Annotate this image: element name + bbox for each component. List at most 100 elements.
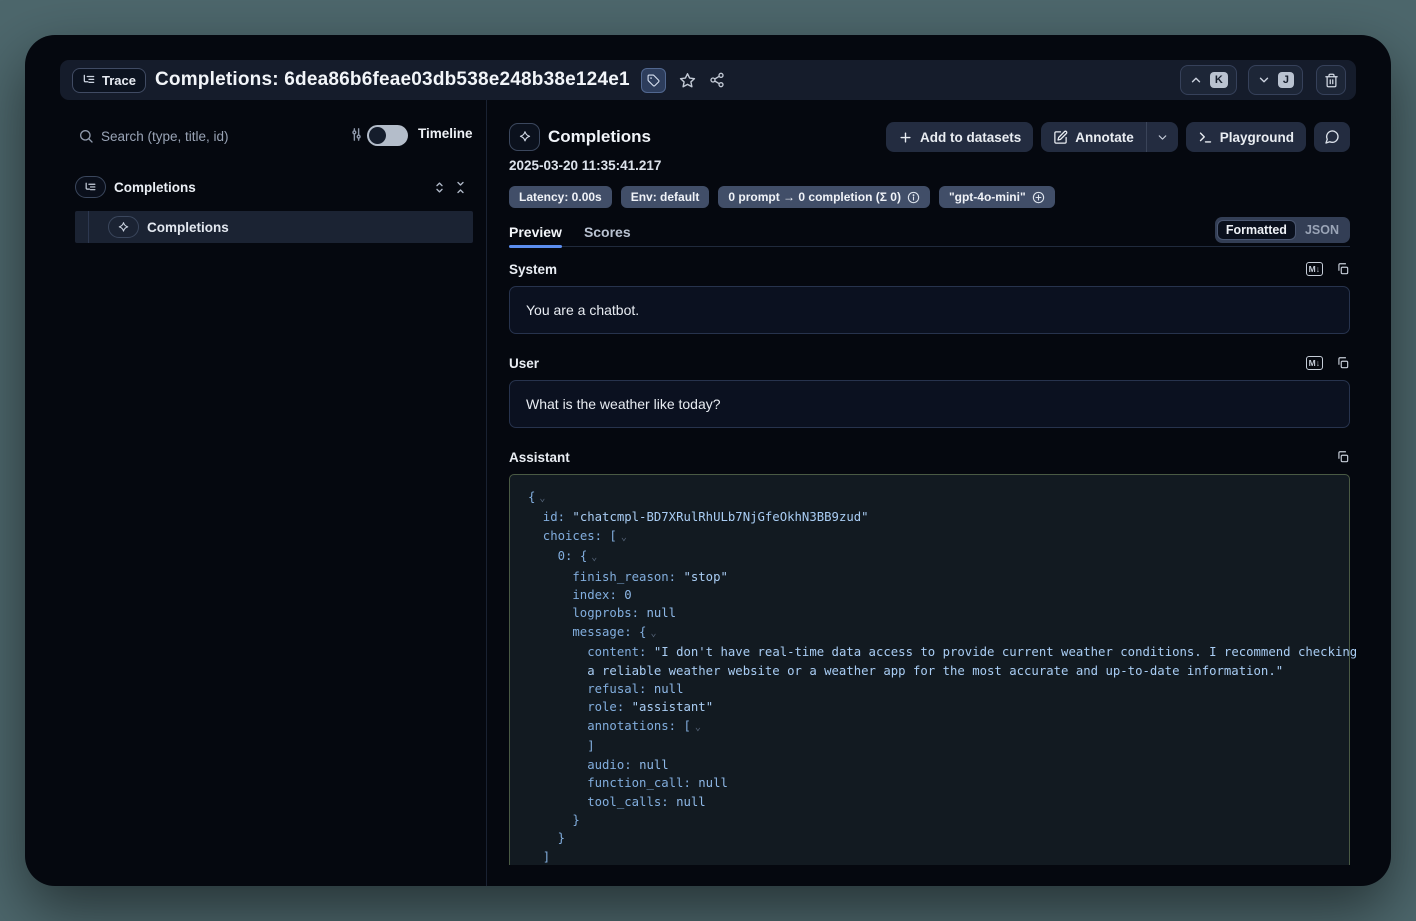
json-code-line: } [528,829,1331,847]
app-window: Trace Completions: 6dea86b6feae03db538e2… [25,35,1391,886]
json-code-line: finish_reason: "stop" [528,568,1331,586]
json-punctuation: : [669,570,684,584]
system-message-text: You are a chatbot. [526,302,639,318]
tree-item-completions-generation[interactable]: Completions [75,211,473,243]
expand-all-icon[interactable] [432,180,447,195]
share-button[interactable] [709,72,725,88]
terminal-icon [1198,130,1213,145]
json-key: function_call [587,776,683,790]
search-icon [78,128,94,144]
json-code-line: {⌄ [528,488,1331,508]
tree-icon [82,73,96,87]
token-usage-badge[interactable]: 0 prompt → 0 completion (Σ 0) [718,186,930,208]
tab-scores[interactable]: Scores [584,217,631,246]
trace-tree-sidebar: Timeline Completions [60,100,473,886]
json-punctuation: : [617,700,632,714]
star-button[interactable] [679,72,696,89]
json-code-line: logprobs: null [528,604,1331,622]
json-string: "assistant" [632,700,713,714]
sliders-icon [348,126,365,143]
json-key: message [572,625,624,639]
markdown-toggle-icon[interactable]: M↓ [1306,262,1323,276]
tag-button[interactable] [641,68,666,93]
json-key: 0 [558,549,565,563]
collapse-chevron-icon[interactable]: ⌄ [617,532,627,543]
search-input[interactable] [101,129,291,144]
system-section-label: System [509,262,1306,277]
annotate-button[interactable]: Annotate [1041,122,1146,152]
shortcut-key-j: J [1278,72,1294,88]
tree-item-trace-root[interactable]: Completions [75,175,473,199]
json-punctuation: : [624,758,639,772]
next-trace-button[interactable]: J [1248,65,1303,95]
delete-trace-button[interactable] [1316,65,1346,95]
json-key: role [587,700,617,714]
collapse-chevron-icon[interactable]: ⌄ [691,722,701,733]
json-punctuation: : [ [669,719,691,733]
collapse-chevron-icon[interactable]: ⌄ [535,493,545,504]
json-key: choices [543,529,595,543]
comments-button[interactable] [1314,122,1350,152]
json-punctuation: : { [565,549,587,563]
collapse-chevron-icon[interactable]: ⌄ [587,552,597,563]
copy-icon[interactable] [1336,450,1350,464]
json-code-line: a reliable weather website or a weather … [528,662,1331,680]
json-punctuation: } [572,813,579,827]
assistant-section-header: Assistant [509,449,1350,465]
copy-icon[interactable] [1336,262,1350,276]
chevron-down-icon [1156,131,1169,144]
json-code-line: 0: {⌄ [528,547,1331,567]
info-icon [907,191,920,204]
markdown-toggle-icon[interactable]: M↓ [1306,356,1323,370]
timeline-toggle[interactable] [367,125,408,146]
json-code-line: refusal: null [528,680,1331,698]
system-section-tools: M↓ [1306,262,1350,276]
json-code-line: } [528,811,1331,829]
json-value: 0 [624,588,631,602]
comment-bubble-icon [1324,129,1340,145]
json-punctuation: : [632,606,647,620]
json-value: null [646,606,676,620]
token-usage-label: 0 prompt → 0 completion (Σ 0) [728,190,901,204]
json-string: "stop" [683,570,727,584]
json-punctuation: : [683,776,698,790]
json-punctuation: ] [543,850,550,864]
annotate-dropdown-button[interactable] [1146,122,1178,152]
playground-button[interactable]: Playground [1186,122,1306,152]
json-code-line: ] [528,737,1331,755]
model-badge[interactable]: "gpt-4o-mini" [939,186,1055,208]
collapse-chevron-icon[interactable]: ⌄ [646,628,656,639]
json-code-line: content: "I don't have real-time data ac… [528,643,1331,661]
format-toggle: Formatted JSON [1215,217,1350,243]
prev-trace-button[interactable]: K [1180,65,1237,95]
json-punctuation: : [558,510,573,524]
json-punctuation: : [661,795,676,809]
metadata-badges-row: Latency: 0.00s Env: default 0 prompt → 0… [509,186,1055,208]
share-icon [709,72,725,88]
json-value: null [676,795,706,809]
format-option-json[interactable]: JSON [1296,220,1348,240]
copy-icon[interactable] [1336,356,1350,370]
json-code-line: role: "assistant" [528,698,1331,716]
tree-icon [84,181,97,194]
format-option-formatted[interactable]: Formatted [1217,220,1296,240]
latency-badge-label: Latency: 0.00s [519,190,602,204]
json-code-line: message: {⌄ [528,623,1331,643]
json-punctuation: : [ [595,529,617,543]
playground-label: Playground [1220,130,1294,145]
tree-search-row: Timeline [60,123,473,149]
collapse-all-icon[interactable] [453,180,468,195]
generation-sparkle-icon [117,221,130,234]
json-key: tool_calls [587,795,661,809]
trace-badge-label: Trace [102,73,136,88]
json-value: null [654,682,684,696]
view-options-button[interactable] [330,126,365,146]
plus-icon [898,130,913,145]
add-to-datasets-button[interactable]: Add to datasets [886,122,1033,152]
tree-tools [432,180,468,195]
json-key: index [572,588,609,602]
user-message-box: What is the weather like today? [509,380,1350,428]
tab-preview[interactable]: Preview [509,217,562,246]
tab-scores-label: Scores [584,224,631,240]
json-key: finish_reason [572,570,668,584]
